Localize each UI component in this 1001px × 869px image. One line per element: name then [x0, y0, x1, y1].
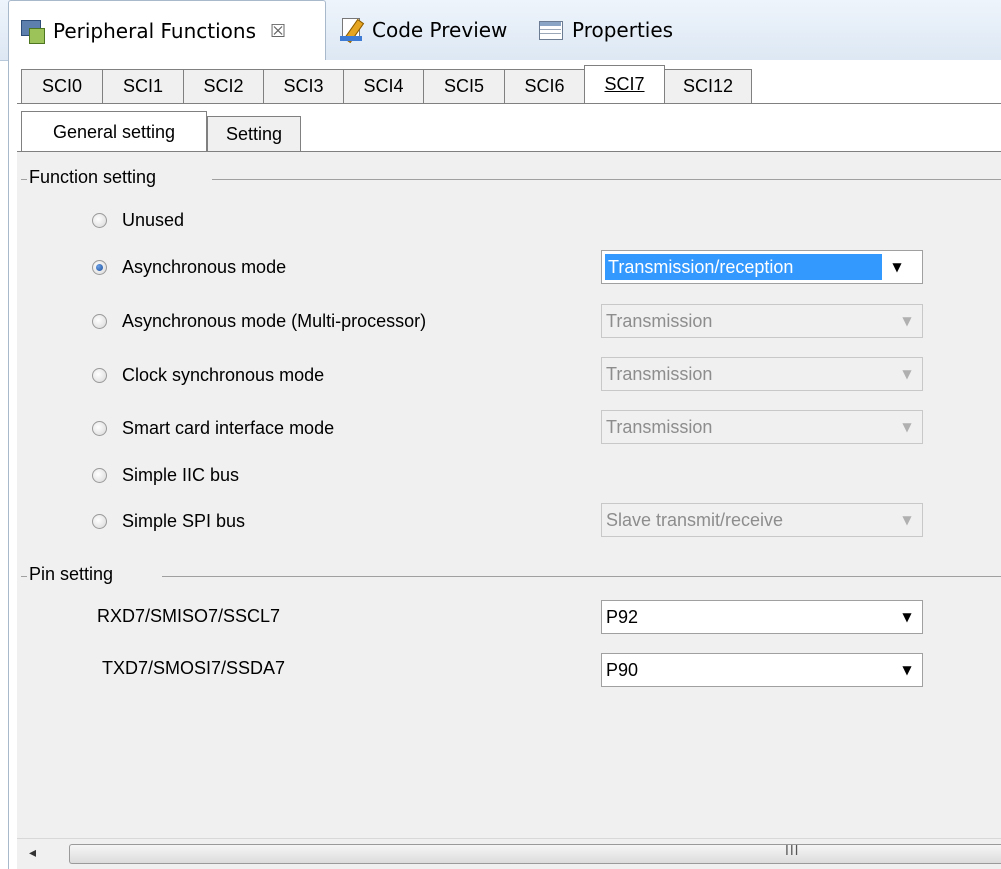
view-tab-bar: Peripheral Functions ☒ Code Preview Prop…: [0, 0, 1001, 61]
chevron-down-icon[interactable]: ▼: [892, 601, 922, 633]
scrollbar-thumb[interactable]: III: [69, 844, 1001, 864]
radio-label: Unused: [122, 209, 185, 230]
sci-tab-strip: SCI0 SCI1 SCI2 SCI3 SCI4 SCI5 SCI6 SCI7 …: [21, 65, 752, 103]
simple-spi-mode-select: Slave transmit/receive ▼: [601, 503, 923, 537]
group-border: [162, 576, 1001, 577]
horizontal-scrollbar[interactable]: ◂ III: [17, 838, 1001, 869]
radio-label: Simple SPI bus: [122, 510, 246, 531]
radio-button[interactable]: [92, 367, 107, 383]
group-border: [212, 179, 1001, 180]
pin-label-rxd7: RXD7/SMISO7/SSCL7: [97, 606, 281, 626]
general-setting-content: Function setting Unused Asynchronous mod…: [17, 152, 1001, 869]
sci-tab-divider: [17, 103, 1001, 104]
scrollbar-grip-icon: III: [785, 844, 800, 859]
tab-sci0[interactable]: SCI0: [21, 69, 103, 103]
radio-label: Asynchronous mode (Multi-processor): [122, 310, 427, 331]
select-value: Transmission: [606, 416, 713, 437]
tab-code-preview[interactable]: Code Preview: [338, 0, 507, 60]
peripheral-functions-panel: SCI0 SCI1 SCI2 SCI3 SCI4 SCI5 SCI6 SCI7 …: [8, 60, 1001, 869]
tab-setting[interactable]: Setting: [207, 116, 301, 152]
tab-sci3[interactable]: SCI3: [263, 69, 344, 103]
tab-sci1[interactable]: SCI1: [102, 69, 184, 103]
close-icon[interactable]: ☒: [270, 21, 286, 42]
tab-sci2[interactable]: SCI2: [183, 69, 264, 103]
tab-sci4[interactable]: SCI4: [343, 69, 424, 103]
select-value: P90: [606, 659, 639, 680]
select-value: Transmission: [606, 363, 713, 384]
smart-card-mode-select: Transmission ▼: [601, 410, 923, 444]
select-value: Transmission/reception: [605, 254, 882, 280]
chevron-down-icon[interactable]: ▼: [892, 654, 922, 686]
radio-button[interactable]: [92, 513, 107, 529]
radio-label: Simple IIC bus: [122, 464, 240, 485]
radio-unused[interactable]: Unused: [92, 207, 184, 233]
pin-setting-title: Pin setting: [27, 564, 118, 585]
radio-button-selected[interactable]: [92, 259, 107, 275]
radio-asynchronous-mode[interactable]: Asynchronous mode: [92, 254, 286, 280]
chevron-down-icon: ▼: [902, 367, 912, 381]
select-value: Transmission: [606, 310, 713, 331]
radio-simple-spi[interactable]: Simple SPI bus: [92, 508, 245, 534]
chevron-down-icon[interactable]: ▼: [882, 251, 912, 283]
tab-properties[interactable]: Properties: [538, 0, 673, 60]
tab-peripheral-functions[interactable]: Peripheral Functions ☒: [8, 0, 326, 61]
tab-sci6[interactable]: SCI6: [504, 69, 585, 103]
radio-button[interactable]: [92, 212, 107, 228]
rxd7-pin-select[interactable]: P92 ▼: [601, 600, 923, 634]
tab-sci7[interactable]: SCI7: [584, 65, 665, 103]
tab-general-setting[interactable]: General setting: [21, 111, 207, 152]
radio-button[interactable]: [92, 467, 107, 483]
multiprocessor-mode-select: Transmission ▼: [601, 304, 923, 338]
radio-button[interactable]: [92, 420, 107, 436]
code-preview-icon: [338, 17, 365, 44]
radio-clock-synchronous[interactable]: Clock synchronous mode: [92, 362, 324, 388]
tab-label: Peripheral Functions: [53, 19, 256, 43]
function-setting-title: Function setting: [27, 167, 161, 188]
radio-label: Asynchronous mode: [122, 256, 287, 277]
radio-smart-card[interactable]: Smart card interface mode: [92, 415, 334, 441]
tab-label: Properties: [572, 18, 674, 42]
select-value: P92: [606, 606, 639, 627]
peripheral-functions-icon: [19, 18, 45, 44]
sub-tab-strip: General setting Setting: [21, 111, 301, 152]
tab-sci12[interactable]: SCI12: [664, 69, 752, 103]
scroll-left-icon[interactable]: ◂: [29, 845, 36, 861]
tab-label: Code Preview: [372, 18, 508, 42]
chevron-down-icon: ▼: [902, 420, 912, 434]
radio-label: Clock synchronous mode: [122, 364, 325, 385]
txd7-pin-select[interactable]: P90 ▼: [601, 653, 923, 687]
tab-sci5[interactable]: SCI5: [423, 69, 505, 103]
chevron-down-icon: ▼: [902, 314, 912, 328]
radio-async-multiprocessor[interactable]: Asynchronous mode (Multi-processor): [92, 308, 426, 334]
async-mode-select[interactable]: Transmission/reception ▼: [601, 250, 923, 284]
select-value: Slave transmit/receive: [606, 509, 784, 530]
pin-label-txd7: TXD7/SMOSI7/SSDA7: [102, 658, 286, 678]
properties-icon: [538, 17, 564, 43]
radio-simple-iic[interactable]: Simple IIC bus: [92, 462, 239, 488]
radio-label: Smart card interface mode: [122, 417, 335, 438]
chevron-down-icon: ▼: [902, 513, 912, 527]
clock-sync-mode-select: Transmission ▼: [601, 357, 923, 391]
radio-button[interactable]: [92, 313, 107, 329]
